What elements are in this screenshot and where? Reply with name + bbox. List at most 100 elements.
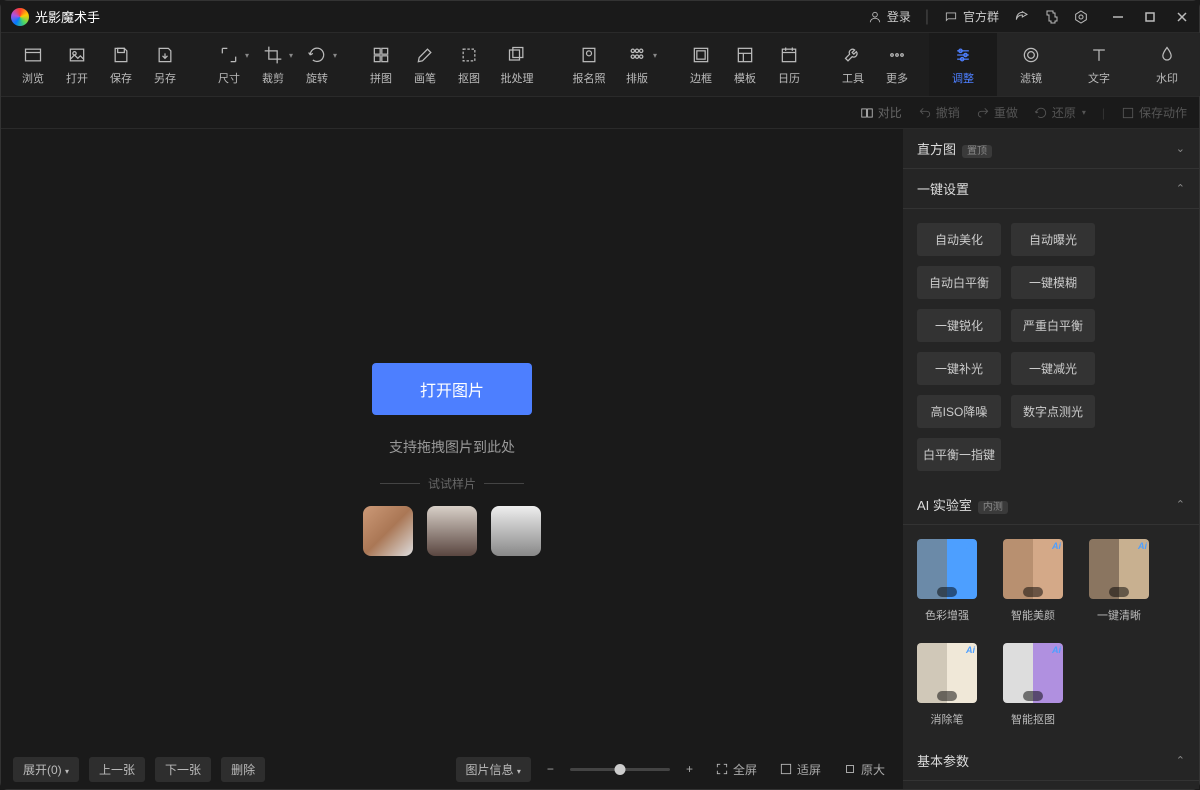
prev-button[interactable]: 上一张 [89, 757, 145, 782]
open-image-button[interactable]: 打开图片 [372, 363, 532, 415]
quickset-button-8[interactable]: 高ISO降噪 [917, 395, 1001, 428]
collage-button[interactable]: 拼图 [359, 33, 403, 96]
chevron-down-icon: ▾ [653, 51, 657, 60]
close-button[interactable] [1175, 10, 1189, 24]
browse-icon [22, 44, 44, 66]
watermark-icon [1156, 44, 1178, 66]
sample-image-2[interactable] [427, 506, 477, 556]
rotate-icon [306, 44, 328, 66]
delete-button[interactable]: 删除 [221, 757, 265, 782]
tools-icon [842, 44, 864, 66]
sample-image-3[interactable] [491, 506, 541, 556]
cutout-button[interactable]: 抠图 [447, 33, 491, 96]
extension-button[interactable] [1043, 9, 1059, 25]
quickset-button-9[interactable]: 数字点测光 [1011, 395, 1095, 428]
ai-item-label: 智能美颜 [1011, 607, 1055, 623]
chevron-up-icon: ⌃ [1176, 498, 1185, 511]
app-logo-icon [11, 8, 29, 26]
layout-icon [626, 44, 648, 66]
ai-item-0[interactable]: Ai色彩增强 [917, 539, 977, 623]
undo-button[interactable]: 撤销 [918, 104, 960, 121]
chevron-down-icon: ▾ [245, 51, 249, 60]
official-group-button[interactable]: 官方群 [943, 8, 999, 25]
compare-button[interactable]: 对比 [860, 104, 902, 121]
quickset-button-4[interactable]: 一键锐化 [917, 309, 1001, 342]
drag-hint: 支持拖拽图片到此处 [389, 437, 515, 457]
restore-button[interactable]: 还原▾ [1034, 104, 1086, 121]
actual-size-button[interactable]: 原大 [837, 761, 891, 778]
login-button[interactable]: 登录 [867, 8, 911, 25]
save-action-button[interactable]: 保存动作 [1121, 104, 1187, 121]
crop-button[interactable]: ▾裁剪 [251, 33, 295, 96]
chevron-down-icon: ⌄ [1176, 142, 1185, 155]
ai-item-2[interactable]: Ai一键清晰 [1089, 539, 1149, 623]
adjust-icon [952, 44, 974, 66]
share-button[interactable] [1013, 9, 1029, 25]
quickset-button-10[interactable]: 白平衡一指键 [917, 438, 1001, 471]
brush-button[interactable]: 画笔 [403, 33, 447, 96]
expand-button[interactable]: 展开(0) ▾ [13, 757, 79, 782]
frame-button[interactable]: 边框 [679, 33, 723, 96]
panel-quickset-header[interactable]: 一键设置 ⌃ [903, 169, 1199, 209]
zoom-in-button[interactable]: + [680, 762, 699, 776]
text-icon [1088, 44, 1110, 66]
fit-screen-button[interactable]: 适屏 [773, 761, 827, 778]
quickset-button-0[interactable]: 自动美化 [917, 223, 1001, 256]
ai-thumb-icon: Ai [1003, 643, 1063, 703]
fullscreen-button[interactable]: 全屏 [709, 761, 763, 778]
maximize-button[interactable] [1143, 10, 1157, 24]
quickset-button-5[interactable]: 严重白平衡 [1011, 309, 1095, 342]
image-info-button[interactable]: 图片信息 ▾ [456, 757, 531, 782]
save-button[interactable]: 保存 [99, 33, 143, 96]
ai-thumb-icon: Ai [917, 643, 977, 703]
tab-watermark[interactable]: 水印 [1133, 33, 1200, 96]
ai-item-4[interactable]: Ai智能抠图 [1003, 643, 1063, 727]
tab-text[interactable]: 文字 [1065, 33, 1133, 96]
quickset-button-7[interactable]: 一键减光 [1011, 352, 1095, 385]
panel-basic-header[interactable]: 基本参数 ⌃ [903, 741, 1199, 781]
size-button[interactable]: ▾尺寸 [207, 33, 251, 96]
settings-button[interactable] [1073, 9, 1089, 25]
quickset-button-6[interactable]: 一键补光 [917, 352, 1001, 385]
quickset-button-1[interactable]: 自动曝光 [1011, 223, 1095, 256]
template-button[interactable]: 模板 [723, 33, 767, 96]
tab-filter[interactable]: 滤镜 [997, 33, 1065, 96]
idphoto-button[interactable]: 报名照 [563, 33, 615, 96]
browse-button[interactable]: 浏览 [11, 33, 55, 96]
more-button[interactable]: 更多 [875, 33, 919, 96]
next-button[interactable]: 下一张 [155, 757, 211, 782]
idphoto-icon [578, 44, 600, 66]
chevron-up-icon: ⌃ [1176, 182, 1185, 195]
quickset-button-2[interactable]: 自动白平衡 [917, 266, 1001, 299]
ai-item-3[interactable]: Ai消除笔 [917, 643, 977, 727]
zoom-slider[interactable] [570, 768, 670, 771]
minimize-button[interactable] [1111, 10, 1125, 24]
panel-ailab-header[interactable]: AI 实验室内测 ⌃ [903, 485, 1199, 525]
ai-item-label: 一键清晰 [1097, 607, 1141, 623]
redo-button[interactable]: 重做 [976, 104, 1018, 121]
tools-button[interactable]: 工具 [831, 33, 875, 96]
calendar-button[interactable]: 日历 [767, 33, 811, 96]
panel-histogram-header[interactable]: 直方图置顶 ⌄ [903, 129, 1199, 169]
tab-adjust[interactable]: 调整 [929, 33, 997, 96]
ai-thumb-icon: Ai [1003, 539, 1063, 599]
chevron-down-icon: ▾ [333, 51, 337, 60]
open-button[interactable]: 打开 [55, 33, 99, 96]
rotate-button[interactable]: ▾旋转 [295, 33, 339, 96]
save-icon [110, 44, 132, 66]
app-title: 光影魔术手 [35, 7, 100, 26]
sample-label: 试试样片 [380, 475, 524, 492]
batch-button[interactable]: 批处理 [491, 33, 543, 96]
user-icon [867, 9, 883, 25]
chevron-up-icon: ⌃ [1176, 754, 1185, 767]
ai-thumb-icon: Ai [917, 539, 977, 599]
template-icon [734, 44, 756, 66]
quickset-button-3[interactable]: 一键模糊 [1011, 266, 1095, 299]
ai-item-1[interactable]: Ai 智能美颜 [1003, 539, 1063, 623]
sample-image-1[interactable] [363, 506, 413, 556]
saveas-button[interactable]: 另存 [143, 33, 187, 96]
layout-button[interactable]: ▾排版 [615, 33, 659, 96]
zoom-out-button[interactable]: − [541, 762, 560, 776]
more-icon [886, 44, 908, 66]
filter-icon [1020, 44, 1042, 66]
